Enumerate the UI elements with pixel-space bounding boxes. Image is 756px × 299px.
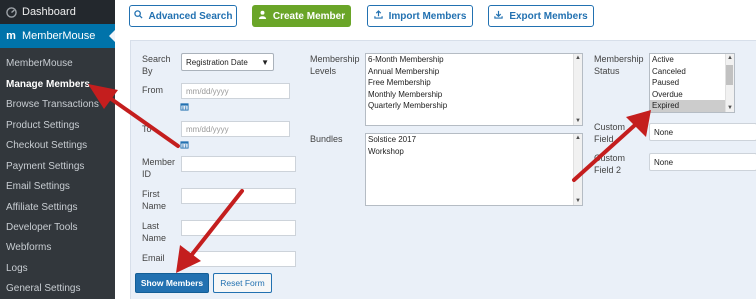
membership-status-label: Membership Status bbox=[594, 54, 644, 76]
email-label: Email bbox=[142, 253, 165, 263]
membership-levels-label: Membership Levels bbox=[310, 54, 360, 76]
member-id-label: Member ID bbox=[142, 157, 176, 179]
scroll-down-icon[interactable]: ▼ bbox=[575, 118, 581, 124]
search-by-label: Search By bbox=[142, 54, 171, 76]
last-name-input[interactable] bbox=[181, 220, 296, 236]
page: Dashboard m MemberMouse MemberMouse Mana… bbox=[0, 0, 756, 299]
email-input[interactable] bbox=[181, 251, 296, 267]
sidebar-subitem-payment-settings[interactable]: Payment Settings bbox=[6, 161, 84, 172]
upload-icon bbox=[373, 10, 383, 22]
sidebar-subitem-developer-tools[interactable]: Developer Tools bbox=[6, 222, 78, 233]
sidebar-subitem-affiliate-settings[interactable]: Affiliate Settings bbox=[6, 202, 78, 213]
calendar-icon[interactable] bbox=[180, 140, 189, 151]
list-option[interactable]: Workshop bbox=[366, 146, 582, 158]
list-option[interactable]: Solstice 2017 bbox=[366, 134, 582, 146]
search-by-select[interactable]: Registration Date ▼ bbox=[181, 53, 274, 71]
import-members-button[interactable]: Import Members bbox=[367, 5, 473, 27]
list-option[interactable]: Active bbox=[650, 54, 734, 66]
member-id-input[interactable] bbox=[181, 156, 296, 172]
custom-field-value: None bbox=[654, 127, 674, 137]
from-label: From bbox=[142, 85, 163, 95]
list-option[interactable]: Overdue bbox=[650, 89, 734, 101]
list-option[interactable]: Paused bbox=[650, 77, 734, 89]
download-icon bbox=[494, 10, 503, 22]
sidebar-subitem-membermouse[interactable]: MemberMouse bbox=[6, 58, 73, 69]
sidebar-subitem-webforms[interactable]: Webforms bbox=[6, 242, 51, 253]
search-form-panel: Search By Registration Date ▼ From mm/dd… bbox=[130, 40, 756, 299]
reset-form-button[interactable]: Reset Form bbox=[213, 273, 272, 293]
import-members-label: Import Members bbox=[388, 10, 467, 22]
custom-field-label: Custom Field bbox=[594, 122, 626, 144]
sidebar-item-label: MemberMouse bbox=[22, 30, 96, 42]
list-option[interactable]: Quarterly Membership bbox=[366, 100, 582, 112]
caret-down-icon: ▼ bbox=[261, 58, 269, 67]
user-icon bbox=[258, 10, 267, 22]
calendar-icon[interactable] bbox=[180, 102, 189, 113]
list-option[interactable]: Monthly Membership bbox=[366, 89, 582, 101]
create-member-button[interactable]: Create Member bbox=[252, 5, 351, 27]
advanced-search-label: Advanced Search bbox=[148, 10, 233, 22]
search-by-value: Registration Date bbox=[186, 57, 248, 67]
custom-field-2-select[interactable]: None bbox=[649, 153, 756, 171]
sidebar-item-label: Dashboard bbox=[22, 6, 76, 18]
sidebar-subitem-general-settings[interactable]: General Settings bbox=[6, 283, 81, 294]
list-option[interactable]: 6-Month Membership bbox=[366, 54, 582, 66]
membership-status-list[interactable]: Active Canceled Paused Overdue Expired ▲… bbox=[649, 53, 735, 113]
first-name-label: First Name bbox=[142, 189, 167, 211]
custom-field-select[interactable]: None bbox=[649, 123, 756, 141]
list-option[interactable]: Canceled bbox=[650, 66, 734, 78]
dashboard-icon bbox=[0, 6, 22, 18]
sidebar-item-dashboard[interactable]: Dashboard bbox=[0, 0, 115, 24]
export-members-button[interactable]: Export Members bbox=[488, 5, 594, 27]
membership-levels-list[interactable]: 6-Month Membership Annual Membership Fre… bbox=[365, 53, 583, 126]
sidebar-subitem-browse-transactions[interactable]: Browse Transactions bbox=[6, 99, 99, 110]
create-member-label: Create Member bbox=[272, 10, 346, 22]
scroll-up-icon[interactable]: ▲ bbox=[575, 55, 581, 61]
bundles-label: Bundles bbox=[310, 134, 343, 144]
search-icon bbox=[133, 10, 143, 22]
membermouse-icon: m bbox=[6, 30, 16, 42]
last-name-label: Last Name bbox=[142, 221, 167, 243]
admin-sidebar: Dashboard m MemberMouse MemberMouse Mana… bbox=[0, 0, 115, 299]
to-date-input[interactable]: mm/dd/yyyy bbox=[181, 121, 290, 137]
list-option[interactable]: Annual Membership bbox=[366, 66, 582, 78]
first-name-input[interactable] bbox=[181, 188, 296, 204]
bundles-list[interactable]: Solstice 2017 Workshop ▲ ▼ bbox=[365, 133, 583, 206]
export-members-label: Export Members bbox=[509, 10, 588, 22]
sidebar-subitem-email-settings[interactable]: Email Settings bbox=[6, 181, 70, 192]
to-label: To bbox=[142, 124, 152, 134]
sidebar-subitem-product-settings[interactable]: Product Settings bbox=[6, 120, 79, 131]
sidebar-subitem-manage-members[interactable]: Manage Members bbox=[6, 79, 90, 90]
scrollbar[interactable]: ▲ ▼ bbox=[725, 54, 734, 112]
scroll-up-icon[interactable]: ▲ bbox=[727, 55, 733, 61]
scrollbar[interactable]: ▲ ▼ bbox=[573, 54, 582, 125]
from-date-input[interactable]: mm/dd/yyyy bbox=[181, 83, 290, 99]
sidebar-subitem-logs[interactable]: Logs bbox=[6, 263, 28, 274]
main-content: Advanced Search Create Member Import Mem… bbox=[115, 0, 756, 299]
scroll-down-icon[interactable]: ▼ bbox=[727, 105, 733, 111]
custom-field-2-label: Custom Field 2 bbox=[594, 153, 626, 175]
scrollbar-thumb[interactable] bbox=[726, 65, 733, 85]
sidebar-item-membermouse[interactable]: m MemberMouse bbox=[0, 24, 115, 48]
sidebar-subitem-checkout-settings[interactable]: Checkout Settings bbox=[6, 140, 87, 151]
advanced-search-button[interactable]: Advanced Search bbox=[129, 5, 237, 27]
list-option-selected[interactable]: Expired bbox=[650, 100, 734, 112]
show-members-button[interactable]: Show Members bbox=[135, 273, 209, 293]
scrollbar[interactable]: ▲ ▼ bbox=[573, 134, 582, 205]
custom-field-2-value: None bbox=[654, 157, 674, 167]
list-option[interactable]: Free Membership bbox=[366, 77, 582, 89]
scroll-down-icon[interactable]: ▼ bbox=[575, 198, 581, 204]
scroll-up-icon[interactable]: ▲ bbox=[575, 135, 581, 141]
